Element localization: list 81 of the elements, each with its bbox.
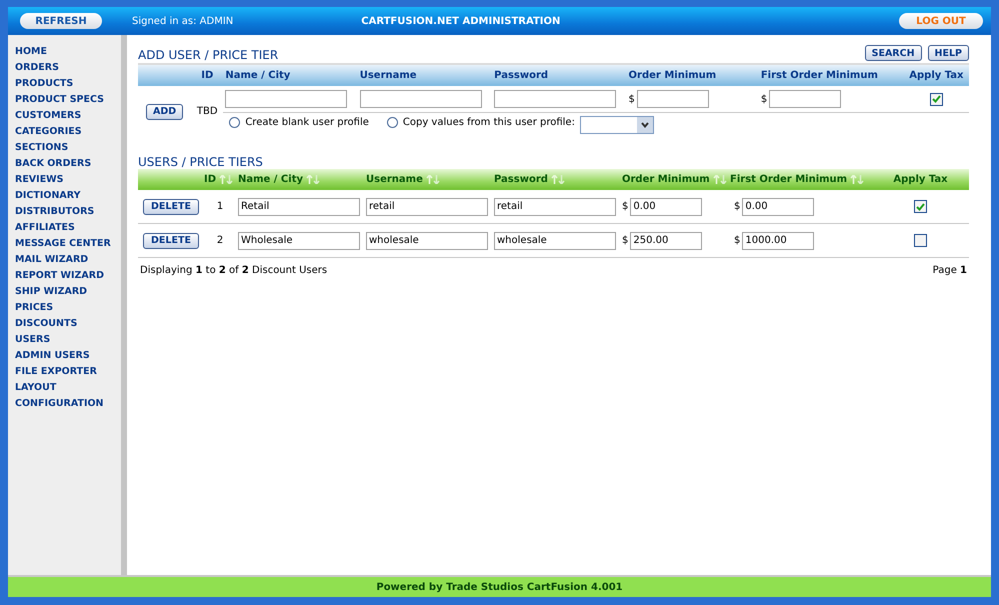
sidebar-link[interactable]: ADMIN USERS: [15, 348, 121, 364]
username-field[interactable]: [360, 90, 482, 108]
footer-text: Powered by Trade Studios CartFusion 4.001: [376, 582, 623, 592]
first-order-minimum-field[interactable]: 1000.00: [742, 232, 814, 250]
sidebar-link[interactable]: MAIL WIZARD: [15, 252, 121, 268]
id-cell: 2: [216, 235, 224, 246]
sidebar-link[interactable]: PRODUCT SPECS: [15, 92, 121, 108]
id-cell: TBD: [196, 106, 218, 117]
sidebar-link[interactable]: REVIEWS: [15, 172, 121, 188]
toolbar-button[interactable]: HELP: [928, 45, 969, 61]
column-header: Username: [360, 70, 417, 81]
column-header: First Order Minimum: [760, 70, 878, 81]
currency-sign: $: [760, 94, 768, 104]
apply-tax-checkbox[interactable]: [930, 92, 943, 106]
section-title: USERS / PRICE TIERS: [138, 155, 264, 169]
add-button[interactable]: ADD: [146, 104, 184, 120]
id-cell: 1: [216, 201, 224, 212]
apply-tax-checkbox[interactable]: [914, 200, 927, 213]
signed-in-text: Signed in as: ADMIN: [132, 16, 234, 26]
first-order-minimum-field[interactable]: [769, 90, 842, 108]
option-label: Copy values from this user profile:: [402, 116, 575, 128]
sidebar-link[interactable]: FILE EXPORTER: [15, 364, 121, 380]
page-title: CARTFUSION.NET ADMINISTRATION: [361, 16, 560, 26]
column-header: Order Minimum: [628, 70, 716, 81]
sort-arrows-icon[interactable]: [550, 175, 565, 184]
password-field[interactable]: retail: [494, 198, 616, 216]
column-header: ID: [201, 70, 214, 81]
sidebar-link[interactable]: USERS: [15, 332, 121, 348]
sidebar-link[interactable]: CONFIGURATION: [15, 396, 121, 412]
sidebar-link[interactable]: ORDERS: [15, 60, 121, 76]
summary-text: Displaying 1 to 2 of 2 Discount Users: [140, 265, 328, 276]
order-minimum-field[interactable]: 250.00: [630, 232, 702, 250]
sort-arrows-icon[interactable]: [712, 175, 727, 184]
sort-arrows-icon[interactable]: [306, 175, 320, 184]
name-field[interactable]: Retail: [238, 198, 360, 216]
sidebar-link[interactable]: REPORT WIZARD: [15, 268, 121, 284]
sort-arrows-icon[interactable]: [850, 175, 864, 184]
sidebar-link[interactable]: PRICES: [15, 300, 121, 316]
password-field[interactable]: [494, 90, 616, 108]
currency-sign: $: [734, 235, 740, 246]
column-header: Name / City: [225, 70, 290, 81]
sidebar-link[interactable]: DICTIONARY: [15, 188, 121, 204]
sidebar-link[interactable]: SECTIONS: [15, 140, 121, 156]
currency-sign: $: [734, 201, 740, 212]
username-field[interactable]: retail: [366, 198, 488, 216]
apply-tax-checkbox[interactable]: [914, 234, 927, 247]
sidebar-link[interactable]: CUSTOMERS: [15, 108, 121, 124]
sort-arrows-icon[interactable]: [426, 175, 440, 184]
currency-sign: $: [628, 94, 635, 104]
toolbar-button[interactable]: SEARCH: [864, 45, 922, 61]
name-field[interactable]: Wholesale: [238, 232, 360, 250]
sidebar-link[interactable]: DISCOUNTS: [15, 316, 121, 332]
option-label: Create blank user profile: [245, 116, 369, 128]
currency-sign: $: [622, 201, 628, 212]
sidebar-link[interactable]: DISTRIBUTORS: [15, 204, 121, 220]
profile-dropdown[interactable]: [580, 116, 654, 134]
sidebar-link[interactable]: MESSAGE CENTER: [15, 236, 121, 252]
sidebar-link[interactable]: AFFILIATES: [15, 220, 121, 236]
sidebar-link[interactable]: SHIP WIZARD: [15, 284, 121, 300]
radio-button[interactable]: [386, 116, 398, 128]
first-order-minimum-field[interactable]: 0.00: [742, 198, 814, 216]
page-indicator: Page 1: [932, 265, 967, 276]
password-field[interactable]: wholesale: [494, 232, 616, 250]
sidebar-link[interactable]: LAYOUT: [15, 380, 121, 396]
order-minimum-field[interactable]: [636, 90, 709, 108]
section-title: ADD USER / PRICE TIER: [138, 48, 278, 62]
name-field[interactable]: [225, 90, 348, 108]
radio-button[interactable]: [229, 116, 240, 128]
delete-button[interactable]: DELETE: [143, 232, 199, 248]
sidebar-link[interactable]: CATEGORIES: [15, 124, 121, 140]
sidebar-link[interactable]: PRODUCTS: [15, 76, 121, 92]
order-minimum-field[interactable]: 0.00: [630, 198, 702, 216]
sidebar-link[interactable]: BACK ORDERS: [15, 156, 121, 172]
sort-arrows-icon[interactable]: [219, 175, 234, 184]
column-header: Apply Tax: [909, 70, 964, 81]
column-header: Password: [494, 70, 548, 81]
refresh-button[interactable]: REFRESH: [20, 13, 102, 29]
delete-button[interactable]: DELETE: [143, 198, 199, 214]
currency-sign: $: [622, 235, 628, 246]
username-field[interactable]: wholesale: [366, 232, 488, 250]
sidebar-link[interactable]: HOME: [15, 44, 121, 60]
